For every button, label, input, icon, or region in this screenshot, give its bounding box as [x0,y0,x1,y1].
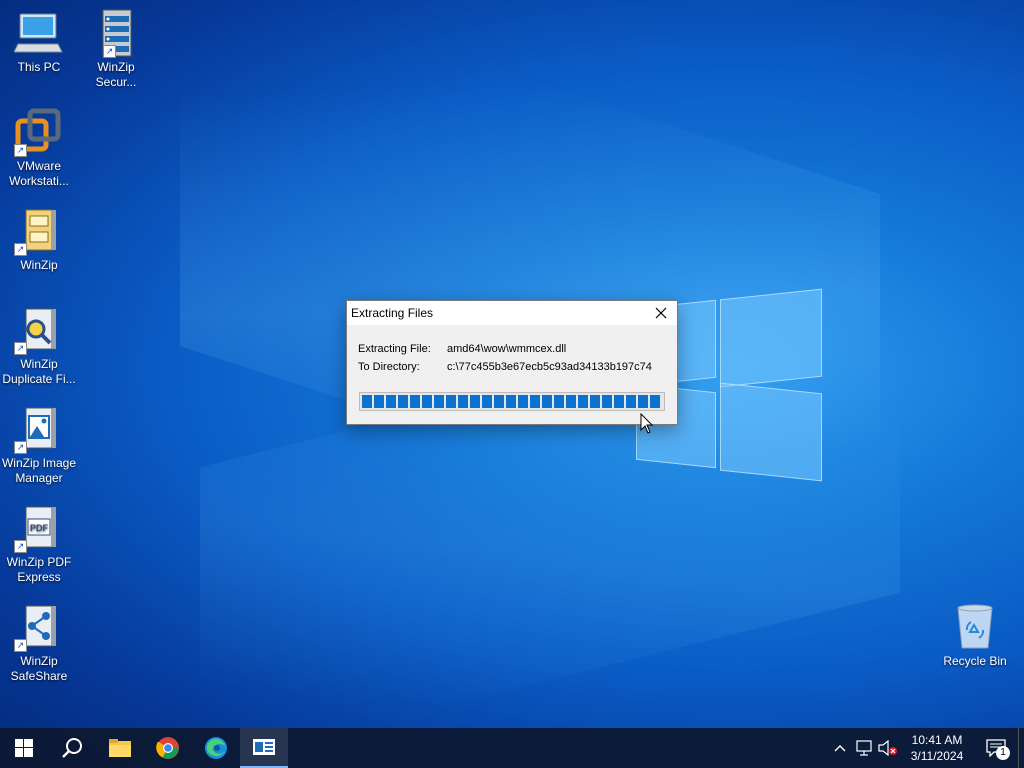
chrome-button[interactable] [144,728,192,768]
progress-block [554,395,564,408]
progress-block [494,395,504,408]
progress-block [470,395,480,408]
progress-block [638,395,648,408]
shortcut-arrow-icon: ↗ [14,441,27,454]
shortcut-arrow-icon: ↗ [14,243,27,256]
winzip-cabinet-icon: ↗ [14,206,64,256]
progress-block [614,395,624,408]
pdf-icon-text: PDF [30,523,49,533]
desktop-icon-winzip-duplicate[interactable]: ↗ WinZip Duplicate Fi... [0,305,78,387]
desktop-icon-this-pc[interactable]: This PC [0,8,78,75]
desktop-icon-winzip-secure[interactable]: ↗ WinZip Secur... [77,8,155,90]
progress-block [398,395,408,408]
progress-block [578,395,588,408]
computer-icon [13,8,64,58]
close-icon [655,307,667,319]
show-hidden-icons-button[interactable] [828,728,852,768]
progress-block [374,395,384,408]
extraction-progress-bar [359,392,665,411]
taskbar: 10:41 AM 3/11/2024 1 [0,728,1024,768]
progress-block [650,395,660,408]
desktop-icon-winzip-pdf-express[interactable]: PDF ↗ WinZip PDF Express [0,503,78,585]
progress-block [602,395,612,408]
shortcut-arrow-icon: ↗ [103,45,116,58]
clock-date: 3/11/2024 [910,749,964,763]
shortcut-arrow-icon: ↗ [14,342,27,355]
shortcut-arrow-icon: ↗ [14,639,27,652]
progress-block [626,395,636,408]
progress-block [530,395,540,408]
desktop-icon-vmware[interactable]: ↗ VMware Workstati... [0,107,78,189]
network-button[interactable] [852,728,876,768]
progress-block [518,395,528,408]
close-button[interactable] [645,301,677,325]
progress-block [422,395,432,408]
shortcut-arrow-icon: ↗ [14,144,27,157]
progress-block [434,395,444,408]
dialog-title: Extracting Files [351,306,434,320]
network-icon [856,740,872,756]
extracting-file-label: Extracting File: [358,343,431,355]
clock[interactable]: 10:41 AM 3/11/2024 [900,732,974,764]
progress-block [590,395,600,408]
desktop-icon-winzip[interactable]: ↗ WinZip [0,206,78,273]
progress-block [458,395,468,408]
winzip-image-manager-icon: ↗ [14,404,64,454]
progress-block [506,395,516,408]
notification-count-badge: 1 [996,746,1010,760]
extracting-file-row: Extracting File: amd64\wow\wmmcex.dll [358,343,566,355]
progress-block [482,395,492,408]
extract-app-button[interactable] [240,728,288,768]
progress-block [362,395,372,408]
progress-block [386,395,396,408]
to-directory-label: To Directory: [358,361,420,373]
chrome-icon [156,737,179,759]
extracting-file-value: amd64\wow\wmmcex.dll [447,343,567,355]
volume-button[interactable] [876,728,900,768]
progress-block [566,395,576,408]
progress-block [542,395,552,408]
search-button[interactable] [48,728,96,768]
desktop-icon-recycle-bin[interactable]: Recycle Bin [936,602,1014,669]
winzip-safeshare-icon: ↗ [14,602,64,652]
winzip-duplicate-finder-icon: ↗ [14,305,64,355]
clock-time: 10:41 AM [911,733,963,747]
action-center-button[interactable]: 1 [974,728,1018,768]
edge-icon [205,737,227,759]
search-icon [62,738,82,758]
start-button[interactable] [0,728,48,768]
dialog-title-bar[interactable]: Extracting Files [347,301,677,325]
wallpaper-light-beam [180,0,880,574]
extracting-files-dialog: Extracting Files Extracting File: amd64\… [346,300,678,425]
desktop-icon-winzip-image-manager[interactable]: ↗ WinZip Image Manager [0,404,78,486]
shortcut-arrow-icon: ↗ [14,540,27,553]
volume-muted-icon [878,740,897,756]
mouse-cursor-icon [640,413,654,434]
chevron-up-icon [834,745,846,752]
winzip-pdf-express-icon: PDF ↗ [14,503,64,553]
to-directory-value: c:\77c455b3e67ecb5c93ad34133b197c74 [447,361,652,373]
recycle-bin-icon [950,602,1000,652]
progress-block [410,395,420,408]
start-icon [15,739,33,757]
desktop-icon-winzip-safeshare[interactable]: ↗ WinZip SafeShare [0,602,78,684]
edge-button[interactable] [192,728,240,768]
to-directory-row: To Directory: c:\77c455b3e67ecb5c93ad341… [358,361,652,373]
show-desktop-button[interactable] [1018,728,1024,768]
file-explorer-button[interactable] [96,728,144,768]
extract-app-icon [253,739,275,755]
winzip-secure-backup-icon: ↗ [91,8,141,58]
vmware-workstation-icon: ↗ [14,107,64,157]
progress-block [446,395,456,408]
file-explorer-icon [109,739,131,757]
system-tray: 10:41 AM 3/11/2024 1 [828,728,1024,768]
